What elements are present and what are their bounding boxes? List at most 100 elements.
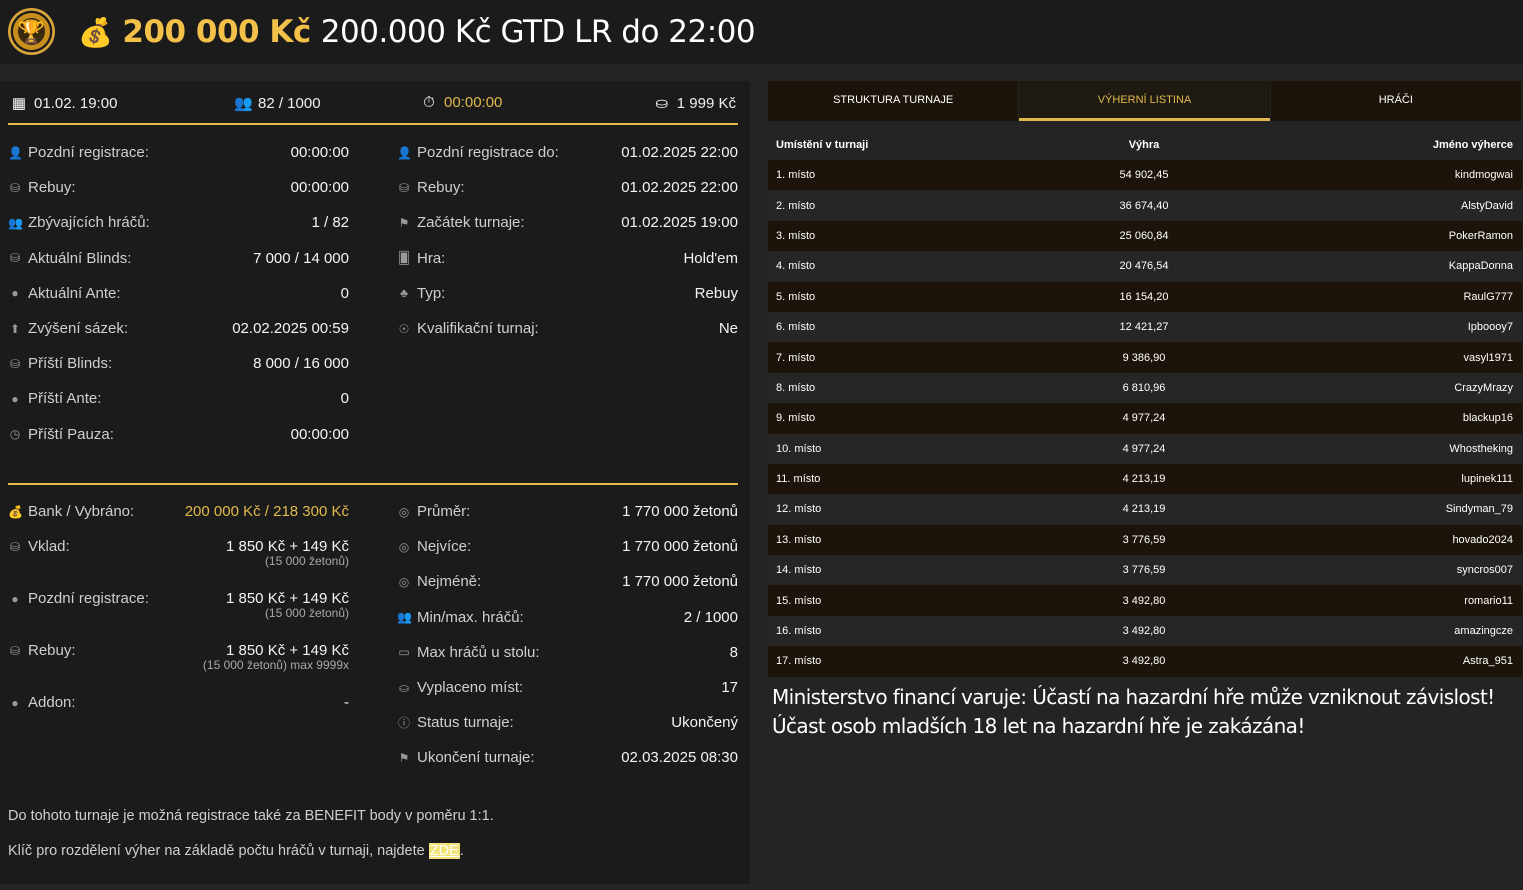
table-row: 10. místo 4 977,24 Whostheking (768, 433, 1522, 464)
info-value-main: 1 850 Kč + 149 Kč (225, 538, 349, 556)
info-row: ⛁ Rebuy: 00:00:00 (8, 170, 349, 205)
table-row: 8. místo 6 810,96 CrazyMrazy (768, 372, 1522, 404)
place-cell: 12. místo (776, 503, 822, 516)
money-bag-icon: 💰 (8, 504, 23, 519)
calendar-icon: ▦ (11, 95, 27, 112)
tab-payouts[interactable]: VÝHERNÍ LISTINA (1019, 81, 1270, 121)
info-value: 02.02.2025 00:59 (232, 320, 349, 338)
info-label: Rebuy: (28, 179, 76, 197)
info-label: Příští Blinds: (28, 355, 113, 373)
info-value: 7 000 / 14 000 (253, 249, 349, 267)
suits-icon: ♣ (400, 286, 408, 301)
info-row: ⛁ Aktuální Blinds: 7 000 / 14 000 (8, 241, 349, 276)
warning-line-addiction: Ministerstvo financí varuje: Účastí na h… (772, 685, 1495, 709)
table-row: 12. místo 4 213,19 Sindyman_79 (768, 494, 1522, 525)
info-label: Pozdní registrace: (28, 144, 149, 162)
info-value: Ne (718, 320, 738, 338)
place-cell: 15. místo (776, 594, 822, 607)
win-cell: 4 977,24 (1122, 442, 1166, 455)
info-value-sub: (15 000 žetonů) max 9999x (202, 658, 349, 673)
win-cell: 16 154,20 (1119, 290, 1169, 303)
table-row: 5. místo 16 154,20 RaulG777 (768, 281, 1522, 312)
coin-icon: ● (11, 695, 19, 710)
page-header: 🏆 💰 200 000 Kč 200.000 Kč GTD LR do 22:0… (0, 0, 1523, 64)
start-date: ▦ 01.02. 19:00 (10, 94, 118, 113)
payout-table: Umístění v turnaji Výhra Jméno výherce 1… (768, 130, 1522, 677)
info-value: 0 (340, 390, 349, 408)
info-value: 1 / 82 (311, 214, 349, 232)
info-label: Pozdní registrace: (28, 590, 149, 608)
info-label: Zbývajících hráčů: (28, 214, 150, 232)
info-row: ⛀ Vyplaceno míst: 17 (397, 670, 738, 705)
info-value: 200 000 Kč / 218 300 Kč (184, 503, 349, 521)
info-label: Max hráčů u stolu: (417, 643, 540, 661)
winner-name-cell: syncros007 (1456, 564, 1513, 577)
win-cell: 4 213,19 (1122, 473, 1166, 486)
winner-name-cell: RaulG777 (1463, 290, 1513, 303)
winner-name-cell: Ipbooоy7 (1467, 321, 1513, 334)
info-row: 🂠 Hra: Hold'em (397, 241, 738, 276)
info-label: Průměr: (417, 503, 471, 521)
coin-icon: ● (11, 391, 19, 406)
winner-name-cell: hovado2024 (1452, 533, 1513, 546)
flag-icon: ⚑ (398, 750, 410, 765)
info-row: ⛁ Příští Blinds: 8 000 / 16 000 (8, 346, 349, 381)
table-row: 16. místo 3 492,80 amazingcze (768, 615, 1522, 647)
payout-key-link[interactable]: ZDE (428, 843, 460, 859)
tab-structure[interactable]: STRUKTURA TURNAJE (768, 81, 1019, 121)
info-row: 👥 Min/max. hráčů: 2 / 1000 (397, 600, 738, 635)
coin-icon: ● (11, 591, 19, 606)
win-cell: 12 421,27 (1119, 321, 1169, 334)
winner-name-cell: AlstyDavid (1461, 199, 1513, 212)
arrow-up-icon: ⬆ (9, 321, 21, 336)
medal-icon: ☉ (398, 321, 410, 336)
info-row: 💰 Bank / Vybráno: 200 000 Kč / 218 300 Kč (8, 494, 349, 529)
player-count: 👥 82 / 1000 (234, 94, 321, 113)
table-row: 15. místo 3 492,80 romario11 (768, 585, 1522, 616)
table-row: 2. místo 36 674,40 AlstyDavid (768, 190, 1522, 221)
win-cell: 3 492,80 (1122, 655, 1166, 668)
table-row: 17. místo 3 492,80 Astra_951 (768, 646, 1522, 677)
info-icon: ⓘ (397, 716, 410, 731)
info-value: 2 / 1000 (683, 608, 738, 626)
table-body: 1. místo 54 902,45 kindmogwai 2. místo 36 67… (768, 160, 1522, 677)
info-row: ⛁ Vklad: 1 850 Kč + 149 Kč (15 000 žetonů) (8, 529, 349, 581)
tournament-tabs: STRUKTURA TURNAJE VÝHERNÍ LISTINA HRÁČI (768, 81, 1522, 121)
place-cell: 13. místo (776, 533, 822, 546)
win-cell: 3 492,80 (1122, 594, 1166, 607)
users-icon: 👥 (397, 610, 412, 625)
info-column-left: 👤 Pozdní registrace: 00:00:00 ⛁ Rebuy: 00:00… (8, 135, 349, 452)
tab-players[interactable]: HRÁČI (1270, 81, 1521, 121)
clock-value: 00:00:00 (444, 94, 503, 111)
flag-icon: ⚑ (398, 215, 410, 230)
chips-icon: ⛁ (9, 643, 21, 658)
warning-line-age: Účast osob mladších 18 let na hazardní h… (772, 714, 1305, 738)
info-value: 01.02.2025 22:00 (621, 144, 738, 162)
info-value: 00:00:00 (290, 179, 349, 197)
info-row: ◎ Nejvíce: 1 770 000 žetonů (397, 529, 738, 564)
table-row: 9. místo 4 977,24 blackup16 (768, 403, 1522, 434)
money-bag-icon: 💰 (78, 15, 113, 49)
users-icon: 👥 (8, 215, 23, 230)
trophy-icon[interactable]: 🏆 (8, 8, 55, 55)
winner-name-cell: lupinek111 (1461, 473, 1513, 486)
info-row: ◎ Nejméně: 1 770 000 žetonů (397, 564, 738, 599)
info-row: ⛁ Rebuy: 1 850 Kč + 149 Kč (15 000 žetonů) … (8, 633, 349, 685)
place-cell: 14. místo (776, 564, 822, 577)
place-cell: 2. místo (776, 199, 816, 212)
info-value: 00:00:00 (290, 144, 349, 162)
page-title: 💰 200 000 Kč 200.000 Kč GTD LR do 22:00 (78, 10, 756, 54)
info-row: 👥 Zbývajících hráčů: 1 / 82 (8, 205, 349, 240)
info-value: 01.02.2025 22:00 (621, 179, 738, 197)
info-row: ♣ Typ: Rebuy (397, 276, 738, 311)
payout-key-suffix: . (459, 843, 464, 859)
info-value: 8 (729, 643, 738, 661)
winner-name-cell: vasyl1971 (1463, 351, 1513, 364)
user-plus-icon: 👤 (8, 145, 23, 160)
payout-icon: ⛀ (398, 680, 410, 695)
clock-icon: ◷ (9, 427, 21, 442)
win-cell: 9 386,90 (1122, 351, 1166, 364)
gambling-warning: Ministerstvo financí varuje: Účastí na h… (772, 683, 1512, 741)
buy-in-value: 1 999 Kč (676, 94, 736, 112)
bank-column-left: 💰 Bank / Vybráno: 200 000 Kč / 218 300 Kč … (8, 494, 349, 720)
